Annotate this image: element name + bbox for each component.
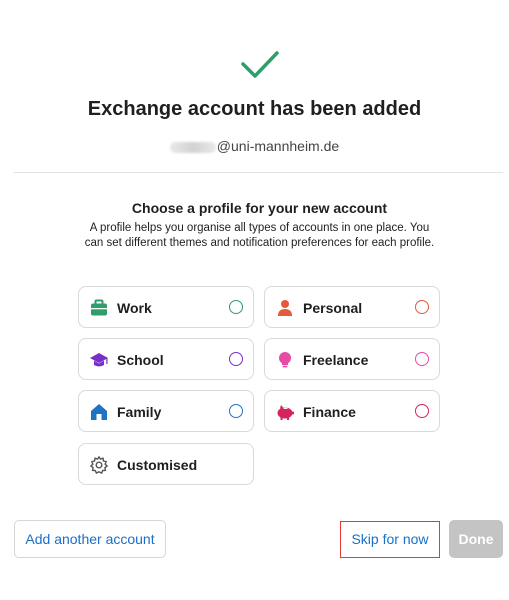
profile-radio[interactable]	[229, 404, 243, 418]
profile-option-freelance[interactable]: Freelance	[264, 338, 440, 380]
profile-radio[interactable]	[229, 352, 243, 366]
piggy-bank-icon	[277, 405, 294, 420]
account-email: @uni-mannheim.de	[0, 138, 509, 154]
profile-label: Work	[117, 300, 152, 316]
profile-option-family[interactable]: Family	[78, 390, 254, 432]
divider	[14, 172, 503, 173]
graduation-cap-icon	[90, 353, 108, 367]
email-domain: @uni-mannheim.de	[216, 138, 340, 154]
profile-radio[interactable]	[229, 300, 243, 314]
profile-label: Customised	[117, 457, 198, 473]
add-account-dialog: Exchange account has been added @uni-man…	[0, 0, 509, 600]
page-title: Exchange account has been added	[87, 98, 422, 120]
profile-radio[interactable]	[415, 300, 429, 314]
profile-option-personal[interactable]: Personal	[264, 286, 440, 328]
profile-label: Personal	[303, 300, 363, 316]
gear-icon	[90, 456, 108, 474]
done-button[interactable]: Done	[449, 520, 503, 558]
person-icon	[278, 300, 292, 316]
lightbulb-icon	[279, 352, 291, 368]
profile-heading: Choose a profile for your new account	[131, 200, 388, 216]
house-icon	[91, 404, 107, 420]
profile-label: School	[117, 352, 164, 368]
profile-option-customised[interactable]: Customised	[78, 443, 254, 485]
skip-for-now-button[interactable]: Skip for now	[340, 521, 440, 558]
profile-description: A profile helps you organise all types o…	[84, 222, 435, 249]
briefcase-icon	[91, 299, 107, 316]
profile-option-school[interactable]: School	[78, 338, 254, 380]
profile-label: Finance	[303, 404, 356, 420]
add-another-account-button[interactable]: Add another account	[14, 520, 166, 558]
profile-label: Freelance	[303, 352, 369, 368]
checkmark-icon	[241, 51, 279, 78]
profile-option-work[interactable]: Work	[78, 286, 254, 328]
profile-option-finance[interactable]: Finance	[264, 390, 440, 432]
profile-radio[interactable]	[415, 352, 429, 366]
profile-label: Family	[117, 404, 162, 420]
profile-radio[interactable]	[415, 404, 429, 418]
redacted-username	[169, 141, 216, 153]
